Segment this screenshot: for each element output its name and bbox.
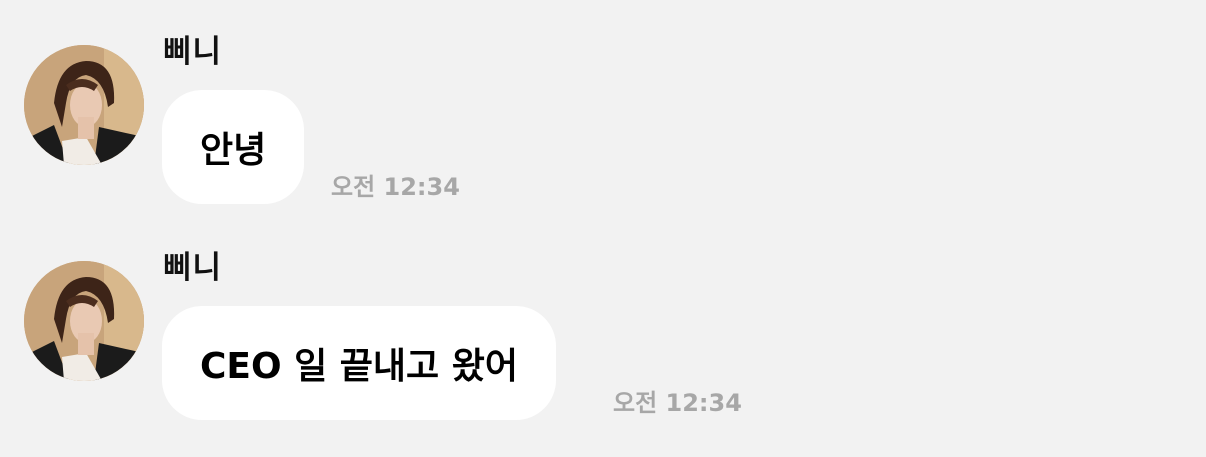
profile-photo-icon: [24, 45, 144, 165]
sender-name: 삐니: [163, 250, 223, 286]
avatar[interactable]: [24, 261, 144, 381]
chat-message: 삐니 안녕 오전 12:34: [0, 0, 1206, 204]
sender-name: 삐니: [163, 34, 223, 70]
chat-message: 삐니 CEO 일 끝내고 왔어 오전 12:34: [0, 216, 1206, 420]
message-timestamp: 오전 12:34: [613, 389, 742, 417]
message-timestamp: 오전 12:34: [331, 173, 460, 201]
profile-photo-icon: [24, 261, 144, 381]
message-bubble[interactable]: CEO 일 끝내고 왔어: [162, 306, 556, 420]
message-bubble[interactable]: 안녕: [162, 90, 305, 204]
avatar[interactable]: [24, 45, 144, 165]
